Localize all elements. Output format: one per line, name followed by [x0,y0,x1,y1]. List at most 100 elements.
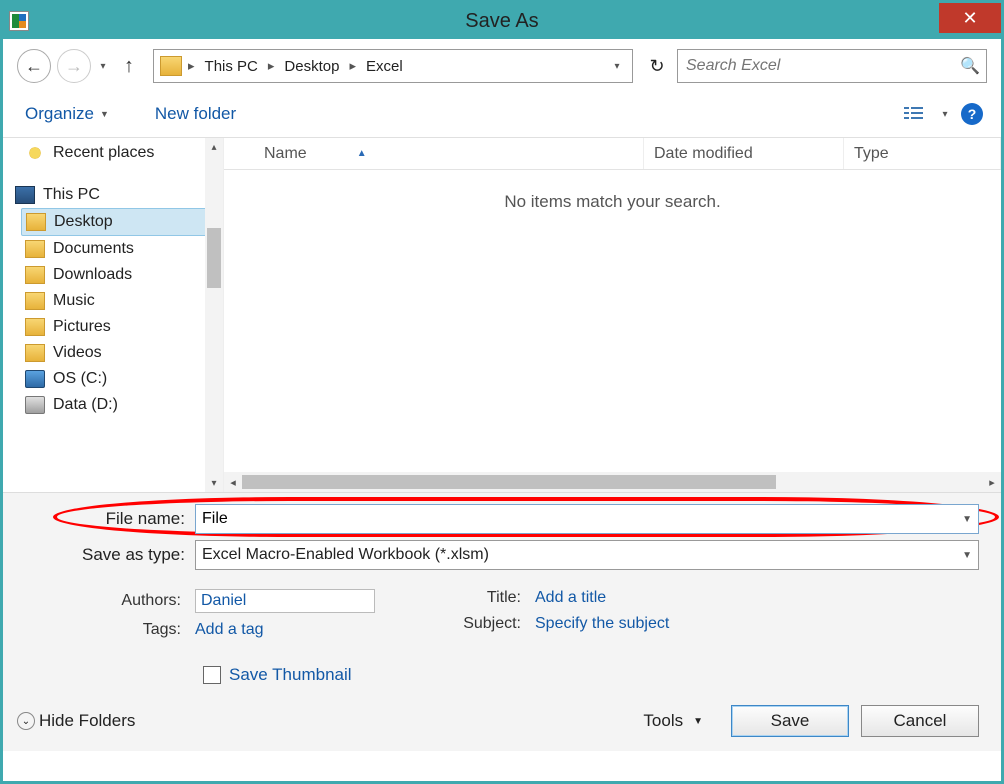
close-button[interactable]: ✕ [939,3,1001,33]
search-box[interactable]: 🔍 [677,49,987,83]
chevron-right-icon[interactable]: ▸ [266,50,277,82]
save-thumbnail-label: Save Thumbnail [229,665,352,685]
sidebar-item-label: Desktop [54,213,113,231]
scroll-thumb[interactable] [242,475,776,489]
list-view-icon [903,105,925,123]
sidebar-item-label: This PC [43,186,100,204]
search-input[interactable] [678,50,986,82]
subject-label: Subject: [435,615,535,633]
form-area: File name: ▼ Save as type: Excel Macro-E… [3,492,1001,751]
chevron-right-icon[interactable]: ▸ [186,50,197,82]
column-header-type[interactable]: Type [844,138,1001,169]
drvwin-icon [25,370,45,388]
save-as-type-value: Excel Macro-Enabled Workbook (*.xlsm) [202,546,489,564]
sidebar-item-recent-places[interactable]: Recent places [21,140,223,166]
breadcrumb-item[interactable]: Excel [358,50,411,82]
sidebar-item-label: Downloads [53,266,132,284]
scroll-down-icon[interactable]: ▾ [205,474,223,492]
sidebar-item-pictures[interactable]: Pictures [21,314,223,340]
authors-input[interactable] [195,589,375,613]
sidebar-item-label: Recent places [53,144,154,162]
chevron-down-icon: ▼ [693,716,703,727]
save-thumbnail-option[interactable]: Save Thumbnail [203,665,1001,685]
save-as-type-field[interactable]: Excel Macro-Enabled Workbook (*.xlsm) ▼ [195,540,979,570]
search-icon[interactable]: 🔍 [960,56,980,76]
chevron-down-icon[interactable]: ▼ [962,514,972,525]
file-name-input[interactable] [202,505,978,533]
save-as-type-label: Save as type: [3,545,195,565]
horizontal-scrollbar[interactable]: ◂ ▸ [224,472,1001,492]
sidebar-item-label: Documents [53,240,134,258]
breadcrumb-item[interactable]: This PC [197,50,266,82]
fold-icon [25,240,45,258]
column-header-name[interactable]: Name ▲ [224,138,644,169]
breadcrumb-item[interactable]: Desktop [276,50,347,82]
sidebar-item-this-pc[interactable]: This PC [11,182,223,208]
help-button[interactable]: ? [961,103,983,125]
scroll-left-icon[interactable]: ◂ [224,476,242,489]
hide-folders-button[interactable]: ⌄ Hide Folders [17,711,135,731]
forward-button[interactable]: → [57,49,91,83]
history-dropdown[interactable]: ▾ [97,51,109,81]
tools-button[interactable]: Tools ▼ [643,711,703,731]
sidebar-item-label: Pictures [53,318,111,336]
sort-indicator-icon: ▲ [357,148,367,159]
file-list-header: Name ▲ Date modified Type [224,138,1001,170]
file-list: Name ▲ Date modified Type No items match… [223,138,1001,492]
chevron-down-icon[interactable]: ▼ [962,550,972,561]
pc-icon [15,186,35,204]
chevron-right-icon[interactable]: ▸ [347,50,358,82]
scroll-thumb[interactable] [207,228,221,288]
up-button[interactable]: ↑ [115,52,143,80]
subject-field[interactable]: Specify the subject [535,615,669,633]
sidebar-item-label: Data (D:) [53,396,118,414]
title-field[interactable]: Add a title [535,589,606,607]
title-bar: Save As ✕ [3,3,1001,39]
tags-label: Tags: [3,621,195,639]
sidebar-item-videos[interactable]: Videos [21,340,223,366]
column-header-date-modified[interactable]: Date modified [644,138,844,169]
authors-label: Authors: [3,592,195,610]
sidebar-scrollbar[interactable]: ▴ ▾ [205,138,223,492]
address-dropdown[interactable]: ▾ [606,61,628,72]
sidebar-item-music[interactable]: Music [21,288,223,314]
sidebar-item-os-c-[interactable]: OS (C:) [21,366,223,392]
address-bar[interactable]: ▸ This PC ▸ Desktop ▸ Excel ▾ [153,49,633,83]
view-dropdown[interactable]: ▾ [939,99,951,129]
sidebar-item-label: Videos [53,344,102,362]
fold-icon [25,344,45,362]
file-name-field[interactable]: ▼ [195,504,979,534]
sidebar-item-label: Music [53,292,95,310]
toolbar: Organize ▼ New folder ▾ ? [3,89,1001,137]
cancel-button[interactable]: Cancel [861,705,979,737]
refresh-button[interactable]: ↻ [643,49,671,83]
fold-icon [25,266,45,284]
tags-field[interactable]: Add a tag [195,621,264,639]
back-button[interactable]: ← [17,49,51,83]
sidebar-item-documents[interactable]: Documents [21,236,223,262]
chevron-down-icon: ⌄ [17,712,35,730]
fold-icon [26,213,46,231]
title-label: Title: [435,589,535,607]
file-name-label: File name: [3,509,195,529]
main-area: Recent places This PC Desktop Documents Down… [3,137,1001,492]
nav-row: ← → ▾ ↑ ▸ This PC ▸ Desktop ▸ Excel ▾ ↻ … [3,39,1001,89]
fold-icon [25,292,45,310]
new-folder-label: New folder [155,104,236,124]
chevron-down-icon: ▼ [100,109,109,119]
view-options-button[interactable] [899,101,929,127]
organize-label: Organize [25,104,94,124]
sidebar-item-desktop[interactable]: Desktop [21,208,223,236]
save-thumbnail-checkbox[interactable] [203,666,221,684]
sidebar-item-downloads[interactable]: Downloads [21,262,223,288]
fold-icon [25,318,45,336]
empty-message: No items match your search. [224,170,1001,212]
sidebar: Recent places This PC Desktop Documents Down… [3,138,223,492]
save-button[interactable]: Save [731,705,849,737]
sidebar-item-data-d-[interactable]: Data (D:) [21,392,223,418]
sidebar-item-label: OS (C:) [53,370,107,388]
scroll-up-icon[interactable]: ▴ [205,138,223,156]
organize-button[interactable]: Organize ▼ [21,101,113,127]
new-folder-button[interactable]: New folder [151,101,240,127]
scroll-right-icon[interactable]: ▸ [983,476,1001,489]
